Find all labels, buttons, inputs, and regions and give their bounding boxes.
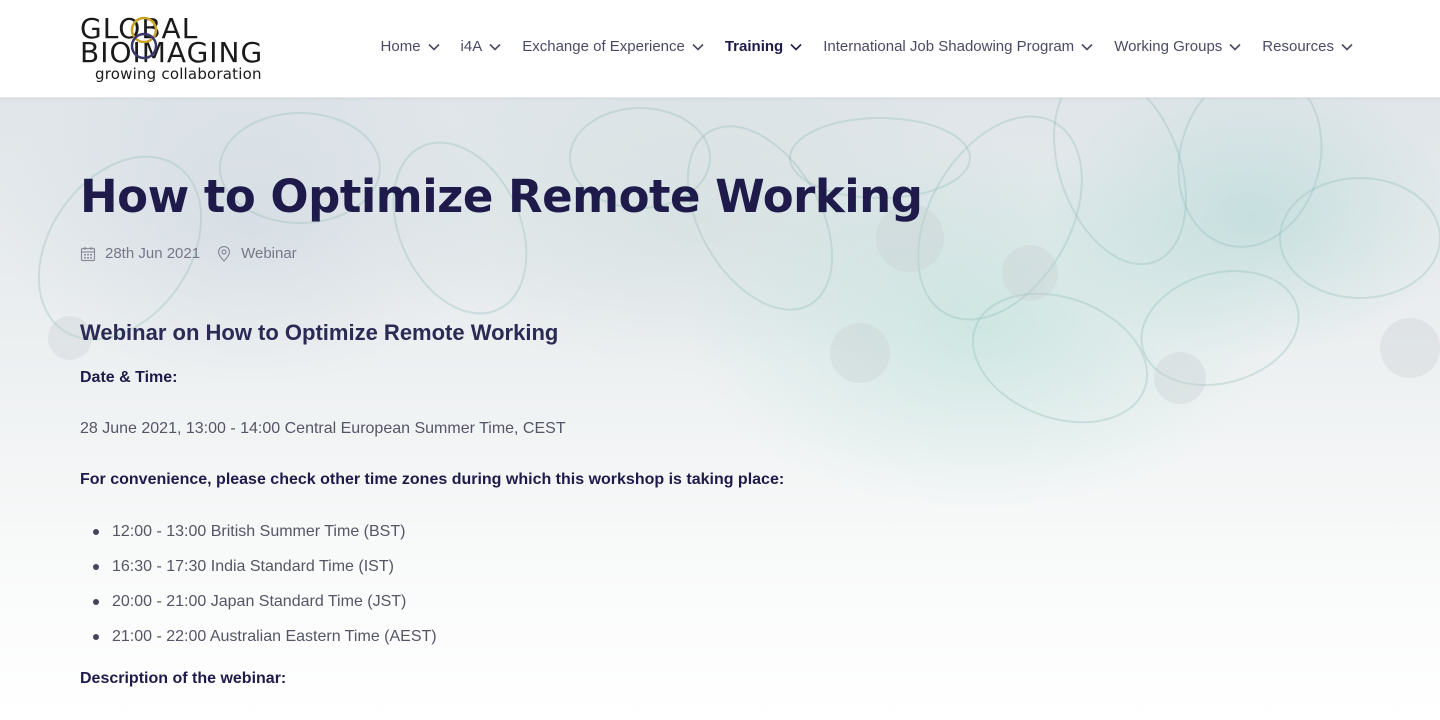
timezone-text: 20:00 - 21:00 Japan Standard Time (JST) — [112, 593, 407, 610]
datetime-value: 28 June 2021, 13:00 - 14:00 Central Euro… — [80, 420, 566, 437]
nav-item-training[interactable]: Training — [725, 38, 803, 55]
chevron-down-icon — [691, 40, 705, 54]
webinar-subtitle: Webinar on How to Optimize Remote Workin… — [80, 320, 559, 345]
nav-item-home[interactable]: Home — [381, 38, 441, 55]
location-pin-icon — [216, 245, 232, 262]
event-meta: 28th Jun 2021 Webinar — [80, 245, 297, 262]
nav-item-label: Resources — [1262, 38, 1334, 55]
page-title: How to Optimize Remote Working — [80, 170, 923, 223]
nav-item-i4a[interactable]: i4A — [461, 38, 503, 55]
nav-item-international-job-shadowing-program[interactable]: International Job Shadowing Program — [823, 38, 1094, 55]
description-label: Description of the webinar: — [80, 670, 287, 687]
nav-item-label: International Job Shadowing Program — [823, 38, 1075, 55]
global-bioimaging-logo[interactable]: GLOBAL BIOIMAGING growing collaboration — [80, 14, 312, 84]
logo-tagline: growing collaboration — [95, 65, 262, 83]
event-location: Webinar — [241, 245, 297, 262]
chevron-down-icon — [427, 40, 441, 54]
main-navigation: Home i4A Exchange of Experience Training Int… — [361, 38, 1354, 55]
nav-item-label: i4A — [460, 38, 483, 55]
timezone-text: 12:00 - 13:00 British Summer Time (BST) — [112, 523, 406, 540]
timezone-list-item: 20:00 - 21:00 Japan Standard Time (JST) — [80, 590, 437, 625]
timezone-list-item: 21:00 - 22:00 Australian Eastern Time (A… — [80, 625, 437, 660]
datetime-label: Date & Time: — [80, 369, 178, 386]
nav-item-working-groups[interactable]: Working Groups — [1114, 38, 1242, 55]
nav-item-label: Exchange of Experience — [522, 38, 685, 55]
chevron-down-icon — [488, 40, 502, 54]
nav-item-label: Training — [724, 38, 784, 55]
bullet-icon — [93, 529, 99, 535]
chevron-down-icon — [1340, 40, 1354, 54]
site-header: GLOBAL BIOIMAGING growing collaboration … — [0, 0, 1440, 98]
logo-rings-icon — [130, 16, 158, 60]
calendar-icon — [80, 246, 96, 262]
nav-item-label: Working Groups — [1114, 38, 1223, 55]
nav-item-resources[interactable]: Resources — [1262, 38, 1354, 55]
timezone-list-item: 16:30 - 17:30 India Standard Time (IST) — [80, 555, 437, 590]
bullet-icon — [93, 599, 99, 605]
chevron-down-icon — [789, 40, 803, 54]
nav-item-exchange-of-experience[interactable]: Exchange of Experience — [522, 38, 705, 55]
timezone-text: 21:00 - 22:00 Australian Eastern Time (A… — [112, 628, 437, 645]
nav-item-label: Home — [380, 38, 421, 55]
timezone-list-item: 12:00 - 13:00 British Summer Time (BST) — [80, 520, 437, 555]
timezone-text: 16:30 - 17:30 India Standard Time (IST) — [112, 558, 394, 575]
timezones-label: For convenience, please check other time… — [80, 471, 785, 488]
chevron-down-icon — [1228, 40, 1242, 54]
timezone-list: 12:00 - 13:00 British Summer Time (BST) 1… — [80, 520, 437, 660]
bullet-icon — [93, 564, 99, 570]
bullet-icon — [93, 634, 99, 640]
event-date: 28th Jun 2021 — [105, 245, 201, 262]
logo-line-2: BIOIMAGING — [80, 36, 264, 69]
chevron-down-icon — [1080, 40, 1094, 54]
